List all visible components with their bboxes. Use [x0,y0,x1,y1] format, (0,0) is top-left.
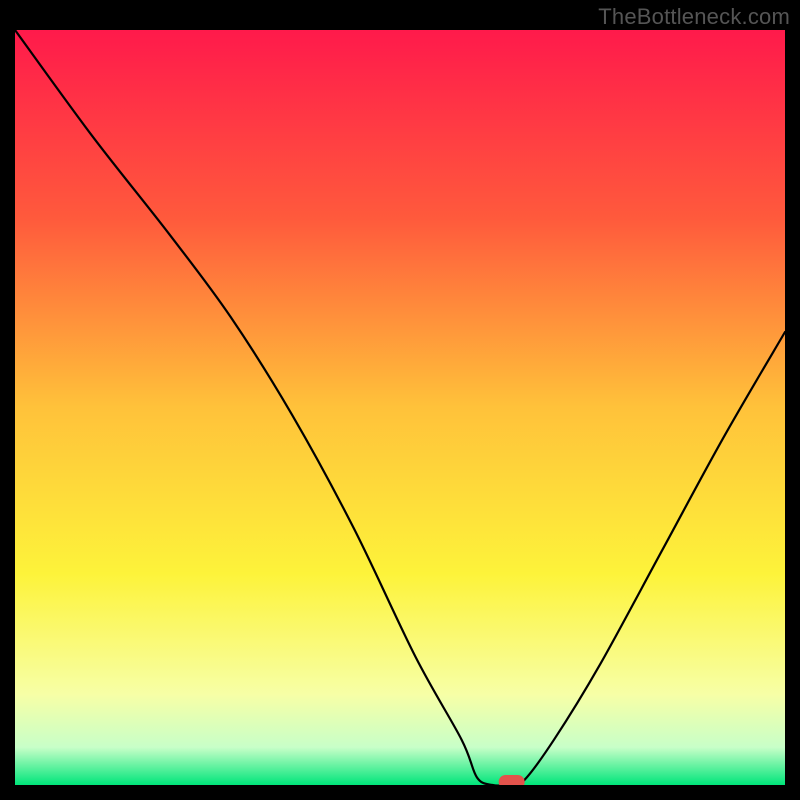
chart-svg [15,30,785,785]
chart-frame: TheBottleneck.com [0,0,800,800]
gradient-rect [15,30,785,785]
optimum-marker [499,775,525,785]
watermark-text: TheBottleneck.com [598,4,790,30]
plot-area [15,30,785,785]
